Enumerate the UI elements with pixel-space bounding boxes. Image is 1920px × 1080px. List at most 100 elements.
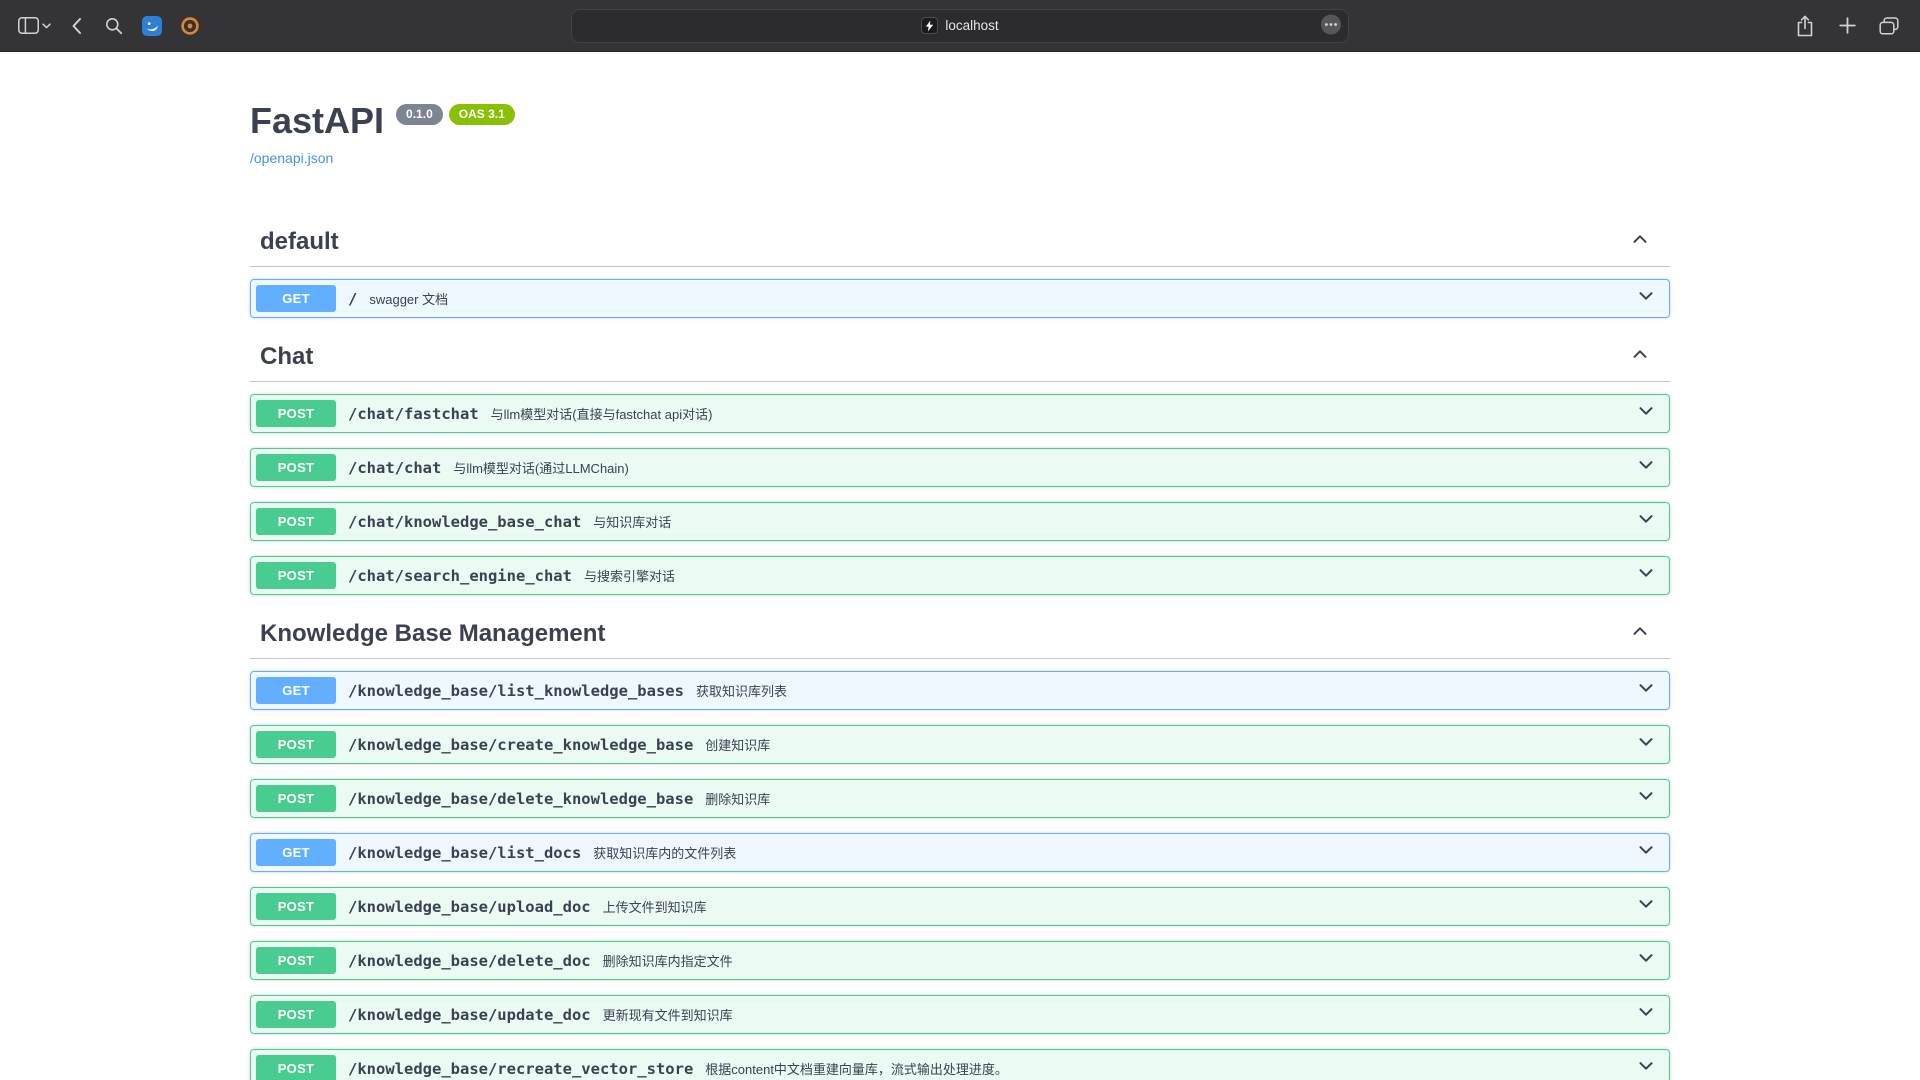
operation-description: 与llm模型对话(直接与fastchat api对话) xyxy=(491,404,713,423)
operation-description: 与知识库对话 xyxy=(593,512,671,531)
address-bar[interactable]: localhost xyxy=(571,9,1349,43)
api-section: Knowledge Base Management GET /knowledge… xyxy=(250,610,1670,1080)
back-icon xyxy=(71,17,82,35)
section-title: Chat xyxy=(260,343,313,371)
operation-row[interactable]: POST /knowledge_base/upload_doc 上传文件到知识库 xyxy=(250,887,1670,926)
section-header[interactable]: Chat xyxy=(250,333,1670,382)
operation-row[interactable]: POST /knowledge_base/recreate_vector_sto… xyxy=(250,1049,1670,1080)
new-tab-button[interactable] xyxy=(1830,11,1864,41)
api-section: default GET / swagger 文档 xyxy=(250,218,1670,318)
search-icon xyxy=(105,17,123,35)
method-badge: GET xyxy=(256,677,336,704)
collapse-chevron-up-icon[interactable] xyxy=(1630,620,1650,648)
operation-description: swagger 文档 xyxy=(369,289,448,308)
operation-description: 获取知识库列表 xyxy=(696,681,787,700)
extension-blue-button[interactable] xyxy=(135,11,169,41)
expand-chevron-down-icon[interactable] xyxy=(1636,1056,1656,1080)
expand-chevron-down-icon[interactable] xyxy=(1636,401,1656,426)
expand-chevron-down-icon[interactable] xyxy=(1636,509,1656,534)
operation-row[interactable]: GET /knowledge_base/list_docs 获取知识库内的文件列… xyxy=(250,833,1670,872)
expand-chevron-down-icon[interactable] xyxy=(1636,948,1656,973)
tab-overview-icon xyxy=(1879,17,1899,35)
site-favicon-icon xyxy=(921,17,938,34)
operation-row[interactable]: POST /knowledge_base/delete_doc 删除知识库内指定… xyxy=(250,941,1670,980)
operation-path: /knowledge_base/delete_knowledge_base xyxy=(348,790,693,808)
extension-orange-icon xyxy=(180,16,200,36)
operation-row[interactable]: POST /chat/search_engine_chat 与搜索引擎对话 xyxy=(250,556,1670,595)
extension-orange-button[interactable] xyxy=(173,11,207,41)
toolbar-left-group xyxy=(14,11,207,41)
chevron-down-icon xyxy=(42,23,51,29)
method-badge: POST xyxy=(256,731,336,758)
expand-chevron-down-icon[interactable] xyxy=(1636,1002,1656,1027)
operation-path: /knowledge_base/list_knowledge_bases xyxy=(348,682,684,700)
operation-row[interactable]: POST /knowledge_base/create_knowledge_ba… xyxy=(250,725,1670,764)
extension-blue-icon xyxy=(142,16,162,36)
method-badge: POST xyxy=(256,562,336,589)
operation-description: 与llm模型对话(通过LLMChain) xyxy=(453,458,629,477)
sidebar-toggle-icon xyxy=(18,17,39,34)
api-section: Chat POST /chat/fastchat 与llm模型对话(直接与fas… xyxy=(250,333,1670,595)
url-text: localhost xyxy=(945,18,998,33)
section-header[interactable]: default xyxy=(250,218,1670,267)
share-icon xyxy=(1796,15,1814,37)
method-badge: POST xyxy=(256,947,336,974)
operation-row[interactable]: POST /knowledge_base/delete_knowledge_ba… xyxy=(250,779,1670,818)
section-operations: GET / swagger 文档 xyxy=(250,279,1670,318)
operation-path: /knowledge_base/delete_doc xyxy=(348,952,591,970)
method-badge: POST xyxy=(256,1001,336,1028)
expand-chevron-down-icon[interactable] xyxy=(1636,563,1656,588)
search-button[interactable] xyxy=(97,11,131,41)
expand-chevron-down-icon[interactable] xyxy=(1636,286,1656,311)
sections: default GET / swagger 文档 Chat POST /chat… xyxy=(250,218,1670,1080)
operation-row[interactable]: GET /knowledge_base/list_knowledge_bases… xyxy=(250,671,1670,710)
operation-path: /chat/fastchat xyxy=(348,405,479,423)
operation-row[interactable]: POST /knowledge_base/update_doc 更新现有文件到知… xyxy=(250,995,1670,1034)
method-badge: POST xyxy=(256,508,336,535)
operation-path: /knowledge_base/upload_doc xyxy=(348,898,591,916)
back-button[interactable] xyxy=(59,11,93,41)
operation-description: 创建知识库 xyxy=(705,735,770,754)
collapse-chevron-up-icon[interactable] xyxy=(1630,343,1650,371)
api-title-text: FastAPI xyxy=(250,100,384,142)
operation-path: /knowledge_base/recreate_vector_store xyxy=(348,1060,693,1078)
collapse-chevron-up-icon[interactable] xyxy=(1630,228,1650,256)
operation-description: 更新现有文件到知识库 xyxy=(603,1005,733,1024)
page-menu-button[interactable] xyxy=(1320,13,1342,38)
expand-chevron-down-icon[interactable] xyxy=(1636,678,1656,703)
expand-chevron-down-icon[interactable] xyxy=(1636,732,1656,757)
tab-overview-button[interactable] xyxy=(1872,11,1906,41)
browser-toolbar: localhost xyxy=(0,0,1920,52)
method-badge: POST xyxy=(256,1055,336,1080)
share-button[interactable] xyxy=(1788,11,1822,41)
method-badge: GET xyxy=(256,285,336,312)
operation-row[interactable]: POST /chat/chat 与llm模型对话(通过LLMChain) xyxy=(250,448,1670,487)
api-info: FastAPI 0.1.0 OAS 3.1 /openapi.json xyxy=(250,100,1670,168)
sidebar-toggle-button[interactable] xyxy=(14,11,55,41)
operation-path: /knowledge_base/update_doc xyxy=(348,1006,591,1024)
operation-path: / xyxy=(348,290,357,308)
operation-description: 删除知识库 xyxy=(705,789,770,808)
page-title: FastAPI 0.1.0 OAS 3.1 xyxy=(250,100,1670,142)
section-title: default xyxy=(260,228,339,256)
section-operations: GET /knowledge_base/list_knowledge_bases… xyxy=(250,671,1670,1080)
operation-row[interactable]: GET / swagger 文档 xyxy=(250,279,1670,318)
operation-path: /chat/search_engine_chat xyxy=(348,567,572,585)
method-badge: GET xyxy=(256,839,336,866)
expand-chevron-down-icon[interactable] xyxy=(1636,786,1656,811)
operation-row[interactable]: POST /chat/fastchat 与llm模型对话(直接与fastchat… xyxy=(250,394,1670,433)
section-operations: POST /chat/fastchat 与llm模型对话(直接与fastchat… xyxy=(250,394,1670,595)
operation-description: 根据content中文档重建向量库，流式输出处理进度。 xyxy=(705,1059,1008,1078)
operation-path: /knowledge_base/create_knowledge_base xyxy=(348,736,693,754)
method-badge: POST xyxy=(256,454,336,481)
expand-chevron-down-icon[interactable] xyxy=(1636,894,1656,919)
oas-badge: OAS 3.1 xyxy=(449,104,515,125)
openapi-link[interactable]: /openapi.json xyxy=(250,150,333,166)
operation-path: /chat/chat xyxy=(348,459,441,477)
section-header[interactable]: Knowledge Base Management xyxy=(250,610,1670,659)
operation-row[interactable]: POST /chat/knowledge_base_chat 与知识库对话 xyxy=(250,502,1670,541)
expand-chevron-down-icon[interactable] xyxy=(1636,455,1656,480)
operation-description: 删除知识库内指定文件 xyxy=(603,951,733,970)
operation-description: 与搜索引擎对话 xyxy=(584,566,675,585)
expand-chevron-down-icon[interactable] xyxy=(1636,840,1656,865)
